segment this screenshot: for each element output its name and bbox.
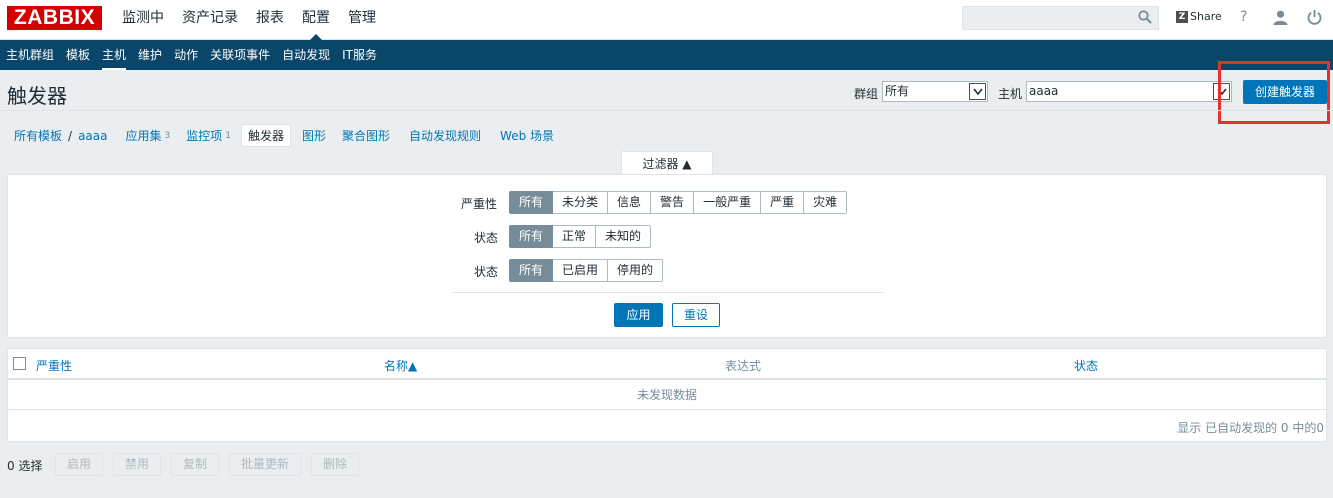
- main-menu-monitoring[interactable]: 监测中: [113, 0, 173, 40]
- sub-menu: 主机群组 模板 主机 维护 动作 关联项事件 自动发现 IT服务: [0, 40, 1333, 70]
- search-input[interactable]: [962, 6, 1159, 30]
- host-select[interactable]: aaaa: [1026, 81, 1232, 102]
- state-segmented: 所有 正常 未知的: [509, 225, 652, 248]
- help-icon[interactable]: ?: [1240, 9, 1247, 25]
- column-severity[interactable]: 严重性: [36, 357, 72, 374]
- sub-menu-it-services[interactable]: IT服务: [336, 40, 383, 70]
- tab-discovery-rules[interactable]: 自动发现规则: [409, 127, 481, 144]
- breadcrumb-separator: /: [68, 128, 73, 143]
- main-menu-inventory[interactable]: 资产记录: [173, 0, 247, 40]
- filter-toggle-tab[interactable]: 过滤器 ▲: [621, 151, 713, 175]
- no-data-message: 未发现数据: [8, 380, 1326, 410]
- status-disabled[interactable]: 停用的: [608, 259, 664, 282]
- breadcrumb-host[interactable]: aaaa: [78, 129, 107, 143]
- severity-average[interactable]: 一般严重: [694, 191, 762, 214]
- severity-segmented: 所有 未分类 信息 警告 一般严重 严重 灾难: [509, 191, 848, 214]
- search-icon[interactable]: [1138, 10, 1152, 24]
- status-enabled[interactable]: 已启用: [553, 259, 609, 282]
- main-menu-reports[interactable]: 报表: [247, 0, 293, 40]
- reset-button[interactable]: 重设: [672, 303, 720, 327]
- host-select-value: aaaa: [1029, 84, 1059, 98]
- highlight-annotation: [1218, 61, 1330, 124]
- mass-update-button[interactable]: 批量更新: [229, 453, 301, 476]
- column-status[interactable]: 状态: [1074, 357, 1098, 374]
- select-all-checkbox[interactable]: [13, 357, 26, 370]
- severity-warning[interactable]: 警告: [651, 191, 695, 214]
- severity-information[interactable]: 信息: [608, 191, 652, 214]
- main-menu-administration[interactable]: 管理: [339, 0, 385, 40]
- state-unknown[interactable]: 未知的: [596, 225, 652, 248]
- triggers-table: 严重性 名称▲ 表达式 状态 未发现数据 显示 已自动发现的 0 中的0: [7, 348, 1327, 442]
- severity-high[interactable]: 严重: [761, 191, 805, 214]
- sub-menu-maintenance[interactable]: 维护: [132, 40, 168, 70]
- status-all[interactable]: 所有: [509, 259, 554, 282]
- sub-menu-templates[interactable]: 模板: [60, 40, 96, 70]
- column-name[interactable]: 名称▲: [384, 357, 417, 374]
- table-header: 严重性 名称▲ 表达式 状态: [8, 349, 1326, 380]
- tab-graphs[interactable]: 图形: [302, 127, 326, 144]
- breadcrumb-all-templates[interactable]: 所有模板: [14, 127, 62, 144]
- state-label: 状态: [474, 231, 499, 245]
- header-divider: [0, 110, 1333, 111]
- host-label: 主机: [998, 87, 1023, 101]
- severity-all[interactable]: 所有: [509, 191, 554, 214]
- severity-not-classified[interactable]: 未分类: [553, 191, 609, 214]
- user-profile-icon[interactable]: [1273, 10, 1288, 25]
- selected-count: 0 选择: [7, 459, 43, 473]
- page-title: 触发器: [7, 84, 67, 108]
- items-count: 1: [225, 130, 231, 141]
- column-expression: 表达式: [725, 359, 762, 373]
- paging-summary: 显示 已自动发现的 0 中的0: [1177, 421, 1324, 435]
- status-segmented: 所有 已启用 停用的: [509, 259, 664, 282]
- delete-button[interactable]: 删除: [311, 453, 359, 476]
- severity-disaster[interactable]: 灾难: [804, 191, 848, 214]
- enable-button[interactable]: 启用: [55, 453, 103, 476]
- tab-web-scenarios[interactable]: Web 场景: [500, 127, 554, 144]
- share-label: Share: [1190, 10, 1222, 23]
- host-navigation: 所有模板 / aaaa 应用集 3 监控项 1 触发器 图形 聚合图形 自动发现…: [14, 124, 554, 147]
- status-label: 状态: [474, 265, 499, 279]
- sub-menu-correlation[interactable]: 关联项事件: [204, 40, 276, 70]
- zabbix-logo[interactable]: ZABBIX: [7, 6, 102, 30]
- chevron-down-icon[interactable]: [969, 83, 986, 100]
- main-menu: 监测中 资产记录 报表 配置 管理: [113, 0, 385, 40]
- sub-menu-hosts[interactable]: 主机: [96, 40, 132, 70]
- top-bar: ZABBIX 监测中 资产记录 报表 配置 管理 Z Share ?: [0, 0, 1333, 40]
- copy-button[interactable]: 复制: [171, 453, 219, 476]
- sign-out-icon[interactable]: [1307, 9, 1322, 25]
- tab-applications[interactable]: 应用集: [125, 127, 161, 144]
- applications-count: 3: [164, 130, 171, 141]
- state-all[interactable]: 所有: [509, 225, 554, 248]
- share-link[interactable]: Z Share: [1176, 10, 1222, 23]
- tab-screens[interactable]: 聚合图形: [342, 127, 390, 144]
- filter-divider: [452, 292, 884, 293]
- group-select[interactable]: 所有: [882, 81, 988, 102]
- severity-label: 严重性: [461, 197, 498, 211]
- state-normal[interactable]: 正常: [553, 225, 597, 248]
- apply-button[interactable]: 应用: [614, 303, 663, 327]
- main-menu-configuration[interactable]: 配置: [293, 0, 339, 40]
- sub-menu-actions[interactable]: 动作: [168, 40, 204, 70]
- zabbix-share-icon: Z: [1176, 10, 1188, 23]
- tab-triggers[interactable]: 触发器: [240, 124, 291, 147]
- group-select-value: 所有: [885, 84, 910, 98]
- filter-panel: 严重性 所有 未分类 信息 警告 一般严重 严重 灾难 状态 所有 正常 未知的…: [7, 174, 1327, 338]
- disable-button[interactable]: 禁用: [113, 453, 161, 476]
- sub-menu-discovery[interactable]: 自动发现: [276, 40, 336, 70]
- sub-menu-host-groups[interactable]: 主机群组: [0, 40, 60, 70]
- tab-items[interactable]: 监控项: [186, 127, 222, 144]
- group-label: 群组: [854, 87, 879, 101]
